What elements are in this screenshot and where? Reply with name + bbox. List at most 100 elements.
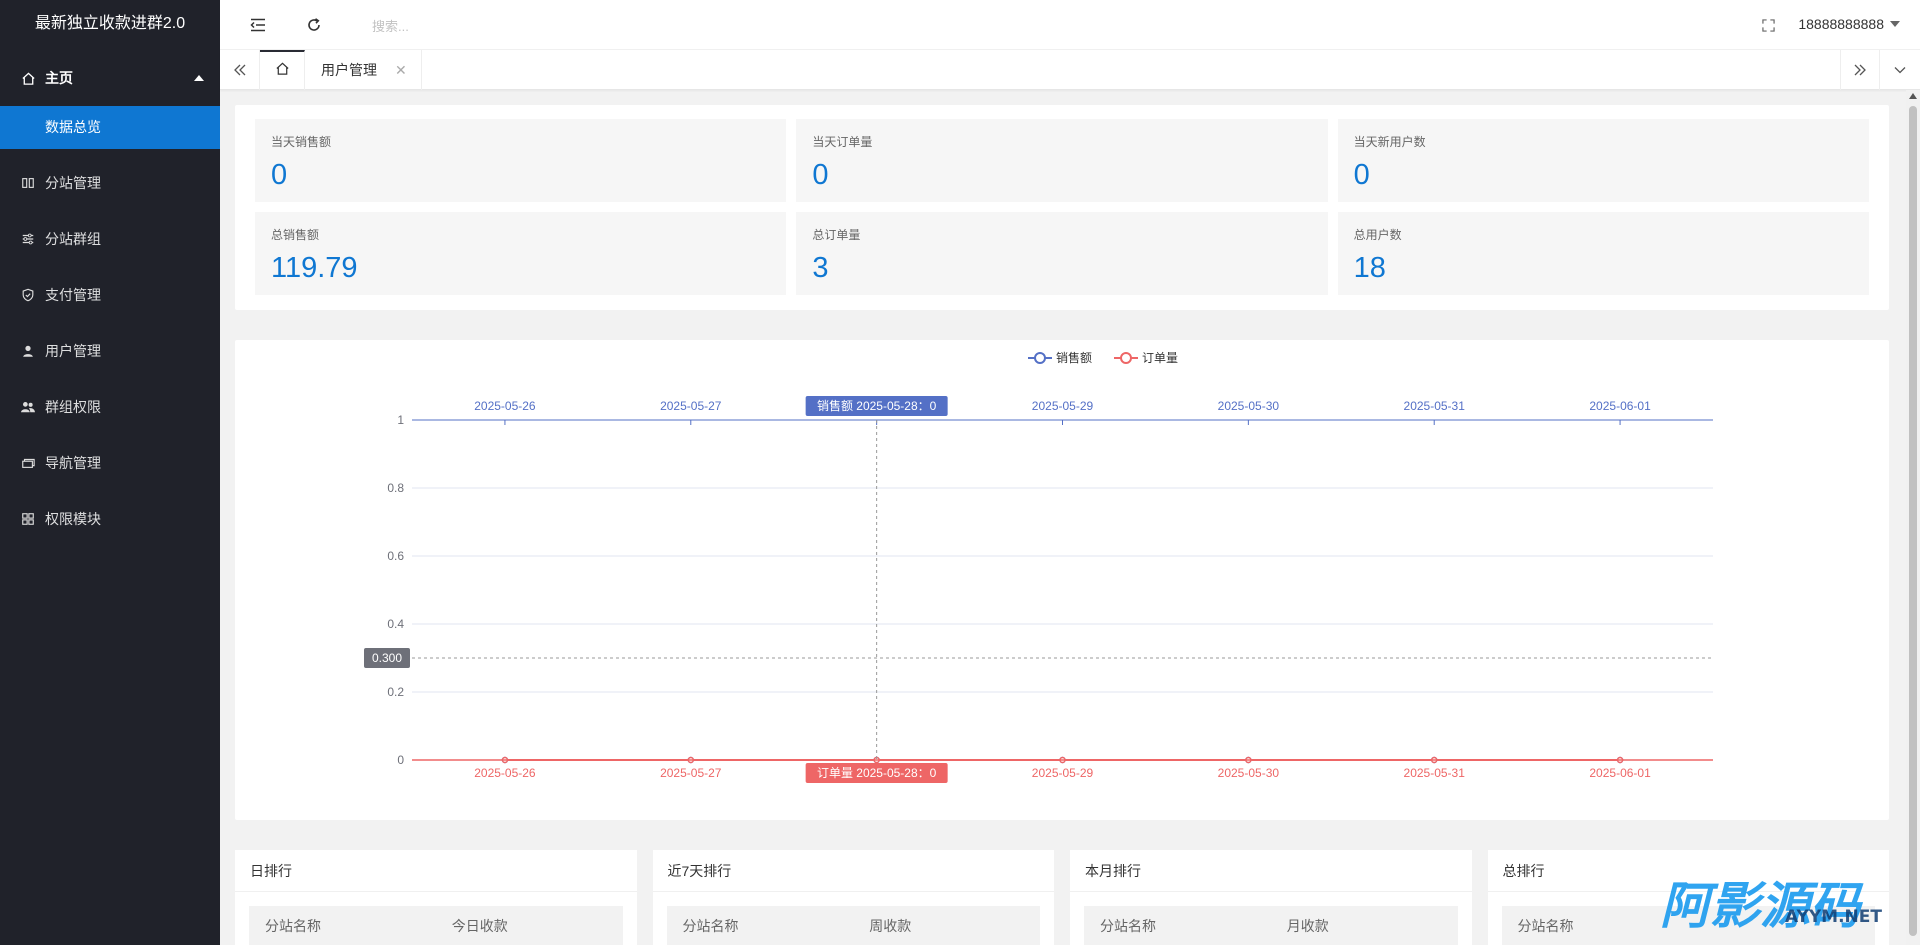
ranking-row: 日排行 分站名称 今日收款 近7天排行 分站名称 周收款 本月排行 分站名称 月…: [235, 850, 1889, 945]
legend-label: 订单量: [1142, 351, 1178, 365]
column-header: 分站名称: [265, 918, 321, 934]
top-x-tick-label: 2025-06-01: [1589, 399, 1651, 413]
top-x-tick-label: 2025-05-29: [1032, 399, 1094, 413]
shield-check-icon: [20, 287, 36, 303]
menu-toggle-icon[interactable]: [248, 15, 268, 35]
sidebar-item-navigation[interactable]: 导航管理: [0, 435, 220, 491]
sliders-icon: [20, 231, 36, 247]
stat-value: 119.79: [271, 252, 358, 284]
sidebar-item-substation-groups[interactable]: 分站群组: [0, 211, 220, 267]
refresh-icon[interactable]: [304, 15, 324, 35]
sidebar-subitem-overview[interactable]: 数据总览: [0, 106, 220, 149]
legend-swatch-marker: [1120, 352, 1132, 364]
stats-panel: 当天销售额 0 当天订单量 0 当天新用户数 0 总销售额 119.79 总订单…: [235, 105, 1889, 310]
home-icon: [20, 70, 36, 86]
y-tick-label: 0.8: [387, 481, 404, 495]
axis-pointer-label: 订单量 2025-05-28：0: [817, 766, 937, 780]
bottom-x-tick-label: 2025-05-30: [1218, 766, 1280, 780]
sidebar-item-label: 权限模块: [45, 511, 101, 527]
tab-user-management[interactable]: 用户管理 ✕: [305, 50, 422, 90]
home-icon: [275, 61, 290, 81]
column-header: 分站名称: [1517, 918, 1574, 934]
user-menu[interactable]: 18888888888: [1798, 16, 1900, 32]
users-icon: [20, 399, 36, 415]
search-input[interactable]: 搜索...: [372, 16, 409, 35]
ranking-table-header: 分站名称 周收款: [666, 906, 1040, 945]
caret-down-icon: [1890, 21, 1900, 27]
legend-swatch-marker: [1034, 352, 1046, 364]
username: 18888888888: [1798, 16, 1884, 32]
legend-label: 销售额: [1056, 350, 1092, 365]
stat-value: 18: [1353, 252, 1386, 284]
bottom-x-tick-label: 2025-05-27: [660, 766, 722, 780]
top-x-tick-label: 2025-05-26: [474, 399, 536, 413]
stat-value: 0: [812, 159, 829, 191]
ranking-table-header: 分站名称: [1501, 906, 1875, 945]
bottom-x-tick-label: 2025-05-31: [1404, 766, 1466, 780]
fullscreen-icon[interactable]: [1758, 15, 1778, 35]
caret-up-icon: [194, 75, 204, 81]
tab-bar: 用户管理 ✕: [220, 50, 1920, 90]
stat-label: 当天订单量: [812, 135, 873, 149]
stat-card: 总订单量 3: [796, 212, 1328, 295]
ranking-table-header: 分站名称 今日收款: [249, 906, 623, 945]
top-x-tick-label: 2025-05-30: [1218, 399, 1280, 413]
stat-label: 总销售额: [271, 228, 320, 242]
tabs-scroll-right-icon[interactable]: [1840, 50, 1880, 90]
sidebar-item-home[interactable]: 主页: [0, 50, 220, 106]
sidebar-item-payments[interactable]: 支付管理: [0, 267, 220, 323]
sidebar-item-label: 分站管理: [45, 175, 101, 191]
scroll-up-arrow-icon[interactable]: [1909, 93, 1917, 99]
bottom-x-tick-label: 2025-05-29: [1032, 766, 1094, 780]
top-x-tick-label: 2025-05-27: [660, 399, 722, 413]
bottom-x-tick-label: 2025-06-01: [1589, 766, 1651, 780]
sidebar-item-label: 支付管理: [45, 287, 101, 303]
stat-value: 3: [812, 252, 829, 284]
tab-close-icon[interactable]: ✕: [395, 62, 407, 79]
page-scrollbar[interactable]: [1906, 90, 1920, 945]
top-x-tick-label: 2025-05-31: [1404, 399, 1466, 413]
column-header: 今日收款: [451, 918, 508, 934]
tab-label: 用户管理: [321, 62, 377, 78]
ranking-total: 总排行 分站名称: [1487, 850, 1889, 945]
nav-icon: [20, 455, 36, 471]
sidebar-item-users[interactable]: 用户管理: [0, 323, 220, 379]
stat-label: 总订单量: [812, 228, 861, 242]
main-content: 当天销售额 0 当天订单量 0 当天新用户数 0 总销售额 119.79 总订单…: [235, 105, 1889, 820]
y-pointer-label: 0.300: [372, 651, 402, 665]
axis-pointer-label: 销售额 2025-05-28：0: [817, 398, 937, 413]
bottom-x-tick-label: 2025-05-26: [474, 766, 536, 780]
stat-label: 当天销售额: [271, 135, 332, 149]
user-icon: [20, 343, 36, 359]
tabs-scroll-left-icon[interactable]: [220, 50, 260, 90]
stat-card: 当天销售额 0: [255, 119, 787, 202]
ranking-title: 本月排行: [1070, 850, 1472, 892]
ranking-title: 近7天排行: [652, 850, 1054, 892]
stat-value: 0: [1353, 159, 1370, 191]
stat-card: 总用户数 18: [1337, 212, 1869, 295]
line-chart[interactable]: 销售额 订单量 0 0.2 0.4 0.6 0.8 1 2025-05-26 2025-05-26…: [235, 340, 1889, 820]
sidebar-item-group-permissions[interactable]: 群组权限: [0, 379, 220, 435]
sidebar-item-label: 导航管理: [45, 455, 101, 471]
sidebar-item-label: 群组权限: [45, 399, 101, 415]
ranking-title: 总排行: [1487, 850, 1889, 892]
tabs-menu-chevron-down-icon[interactable]: [1880, 50, 1920, 90]
tab-home[interactable]: [260, 50, 305, 90]
y-tick-label: 0.2: [387, 685, 404, 699]
column-header: 分站名称: [1100, 918, 1156, 934]
column-header: 分站名称: [682, 918, 739, 934]
chart-panel: 销售额 订单量 0 0.2 0.4 0.6 0.8 1 2025-05-26 2025-05-26…: [235, 340, 1889, 820]
stat-label: 当天新用户数: [1353, 135, 1426, 149]
stat-label: 总用户数: [1353, 228, 1402, 242]
column-header: 周收款: [869, 918, 912, 934]
y-tick-label: 0.6: [387, 549, 404, 563]
sidebar-item-permission-modules[interactable]: 权限模块: [0, 491, 220, 547]
sidebar: 最新独立收款进群2.0 主页 数据总览 分站管理 分站群组 支付管理 用户管理: [0, 0, 220, 945]
ranking-daily: 日排行 分站名称 今日收款: [235, 850, 637, 945]
scroll-thumb[interactable]: [1909, 106, 1917, 936]
app-title: 最新独立收款进群2.0: [34, 15, 186, 32]
columns-icon: [20, 175, 36, 191]
sidebar-item-substations[interactable]: 分站管理: [0, 155, 220, 211]
sidebar-item-label: 分站群组: [45, 231, 101, 247]
stat-card: 总销售额 119.79: [255, 212, 787, 295]
